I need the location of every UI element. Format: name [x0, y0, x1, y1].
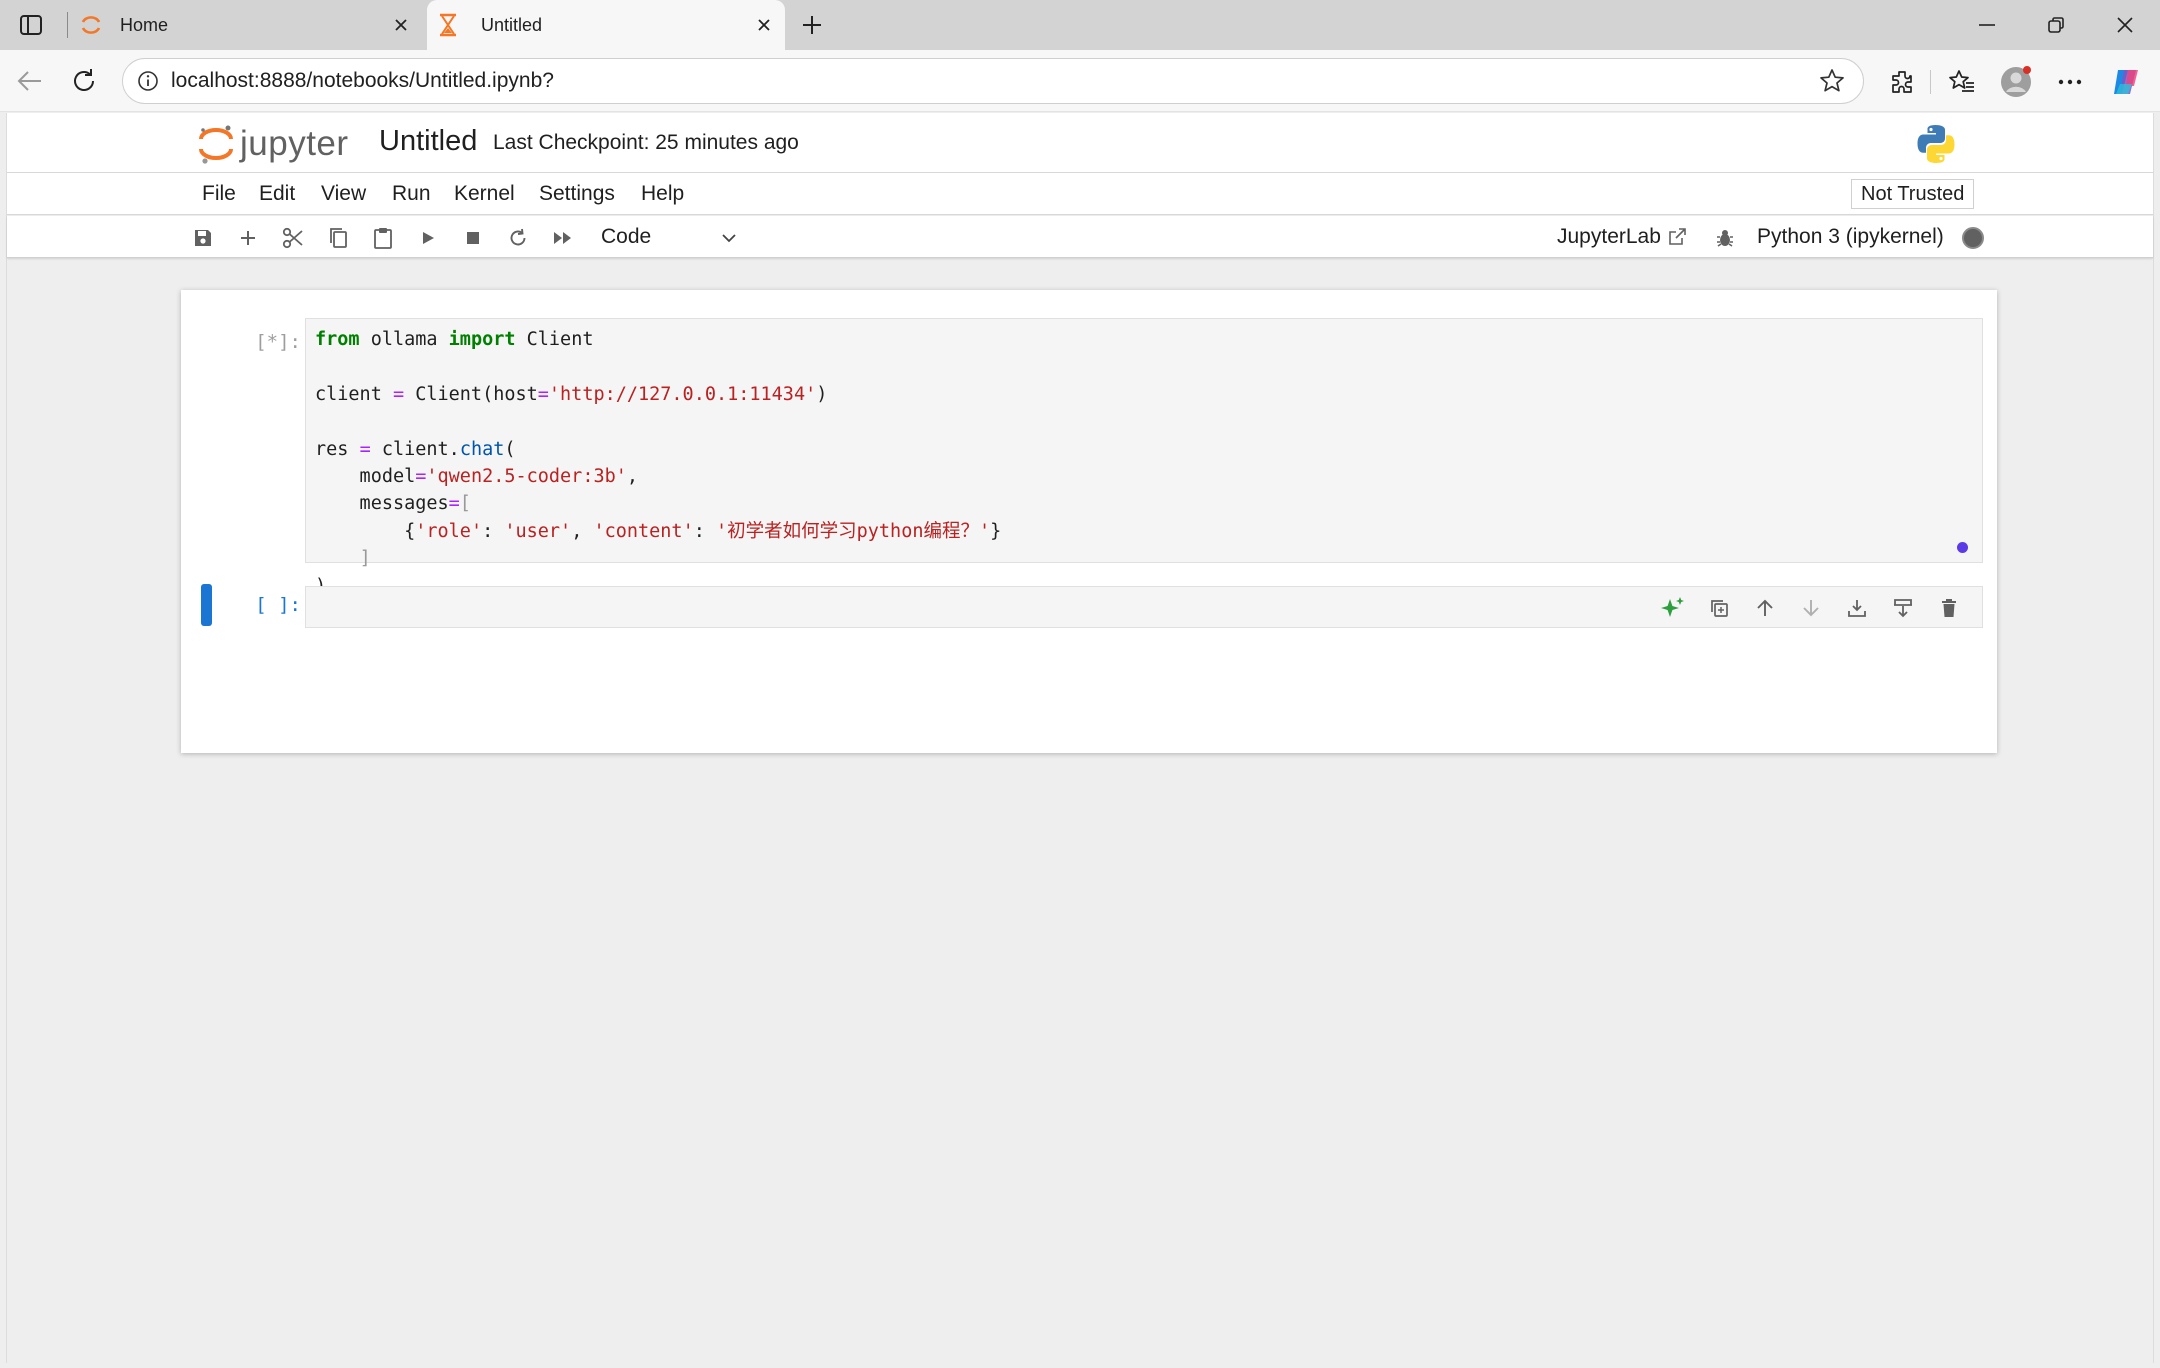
save-icon[interactable]	[189, 224, 217, 252]
new-tab-button[interactable]	[795, 8, 829, 42]
code-editor[interactable]: from ollama import Client client = Clien…	[305, 318, 1983, 624]
close-icon[interactable]	[386, 10, 416, 40]
chevron-down-icon	[721, 225, 737, 249]
menu-edit[interactable]: Edit	[259, 182, 295, 206]
profile-avatar[interactable]	[1996, 62, 2036, 102]
cell-type-value: Code	[601, 225, 652, 248]
tab-title: Untitled	[481, 14, 543, 35]
reload-button[interactable]	[64, 62, 104, 100]
tab-untitled[interactable]: Untitled	[427, 0, 785, 50]
kernel-name[interactable]: Python 3 (ipykernel)	[1757, 225, 1944, 249]
restore-button[interactable]	[2031, 8, 2081, 42]
copilot-icon[interactable]	[2106, 62, 2146, 102]
copy-icon[interactable]	[324, 224, 352, 252]
cell-type-dropdown[interactable]: Code	[601, 222, 737, 252]
sparkle-icon[interactable]	[1656, 593, 1690, 623]
menu-settings[interactable]: Settings	[539, 182, 615, 206]
insert-below-icon[interactable]	[1886, 593, 1920, 623]
url-field[interactable]: localhost:8888/notebooks/Untitled.ipynb?	[122, 58, 1864, 104]
move-down-icon[interactable]	[1794, 593, 1828, 623]
menu-view[interactable]: View	[321, 182, 366, 206]
tab-title: Home	[120, 14, 169, 35]
notebook-toolbar: Code JupyterLab Python 3 (ipykernel)	[7, 216, 2153, 258]
kernel-status-indicator	[1962, 227, 1984, 249]
browser-tab-bar: Home Untitled	[0, 0, 2160, 50]
menu-help[interactable]: Help	[641, 182, 684, 206]
run-cell-icon[interactable]	[414, 224, 442, 252]
paste-icon[interactable]	[369, 224, 397, 252]
toolbar-separator	[1930, 70, 1931, 94]
jupyterlab-label: JupyterLab	[1557, 225, 1661, 248]
hourglass-icon	[435, 12, 461, 38]
duplicate-cell-icon[interactable]	[1702, 593, 1736, 623]
favorite-star-icon[interactable]	[1815, 64, 1849, 98]
restart-run-all-icon[interactable]	[549, 224, 577, 252]
more-options-icon[interactable]	[2050, 62, 2090, 102]
move-up-icon[interactable]	[1748, 593, 1782, 623]
code-cell-1[interactable]: [*]: from ollama import Client client = …	[181, 290, 1997, 624]
interrupt-kernel-icon[interactable]	[459, 224, 487, 252]
insert-cell-icon[interactable]	[234, 224, 262, 252]
close-icon[interactable]	[749, 10, 779, 40]
last-checkpoint: Last Checkpoint: 25 minutes ago	[493, 131, 799, 154]
menu-kernel[interactable]: Kernel	[454, 182, 515, 206]
tab-separator	[67, 12, 68, 38]
cell-toolbar	[1656, 593, 1966, 623]
close-window-button[interactable]	[2100, 8, 2150, 42]
jupyter-header: jupyter Untitled Last Checkpoint: 25 min…	[7, 113, 2153, 173]
extensions-icon[interactable]	[1882, 62, 1922, 102]
jupyter-notebook-page: jupyter Untitled Last Checkpoint: 25 min…	[6, 113, 2154, 1363]
notebook-panel: [*]: from ollama import Client client = …	[181, 290, 1997, 753]
trust-status-button[interactable]: Not Trusted	[1851, 179, 1975, 209]
cut-icon[interactable]	[279, 224, 307, 252]
minimize-button[interactable]	[1962, 8, 2012, 42]
menu-bar: File Edit View Run Kernel Settings Help …	[7, 173, 2153, 215]
back-button[interactable]	[10, 62, 50, 100]
url-text: localhost:8888/notebooks/Untitled.ipynb?	[171, 69, 554, 92]
menu-file[interactable]: File	[202, 182, 236, 206]
tab-actions-icon[interactable]	[14, 10, 48, 40]
code-cell-2[interactable]: [ ]:	[181, 570, 1997, 753]
debugger-icon[interactable]	[1713, 226, 1737, 250]
open-jupyterlab-link[interactable]: JupyterLab	[1557, 225, 1687, 249]
delete-cell-icon[interactable]	[1932, 593, 1966, 623]
jupyter-logo-text: jupyter	[240, 124, 349, 163]
code-editor[interactable]	[305, 586, 1983, 628]
notebook-title[interactable]: Untitled	[379, 125, 477, 158]
tab-home[interactable]: Home	[72, 0, 422, 50]
cell-prompt: [*]:	[255, 331, 301, 353]
python-logo-icon	[1917, 125, 1955, 163]
cell-busy-indicator	[1957, 542, 1968, 553]
jupyter-icon	[78, 12, 104, 38]
jupyter-logo-icon	[199, 125, 233, 164]
address-bar-row: localhost:8888/notebooks/Untitled.ipynb?	[0, 50, 2160, 112]
menu-run[interactable]: Run	[392, 182, 431, 206]
favorites-icon[interactable]	[1942, 62, 1982, 102]
cell-prompt: [ ]:	[255, 594, 301, 616]
external-link-icon	[1669, 228, 1686, 245]
restart-kernel-icon[interactable]	[504, 224, 532, 252]
insert-above-icon[interactable]	[1840, 593, 1874, 623]
jupyter-logo[interactable]: jupyter	[198, 122, 349, 166]
info-icon[interactable]	[133, 66, 163, 96]
